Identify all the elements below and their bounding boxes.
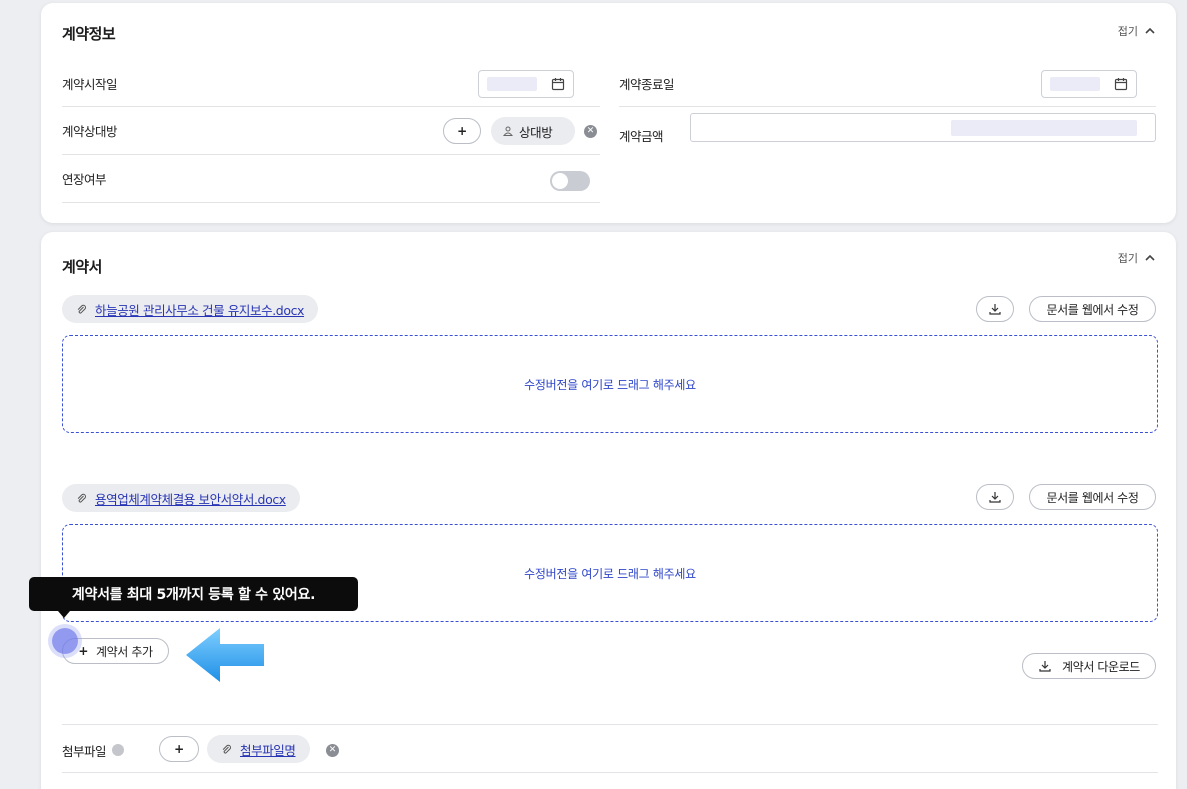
contract-docs-fold-button[interactable]: 접기 (1118, 250, 1156, 266)
amount-label: 계약금액 (619, 128, 664, 144)
fold-label: 접기 (1117, 252, 1138, 265)
chevron-up-icon (1145, 254, 1155, 261)
end-date-value (1050, 77, 1100, 91)
attachment-chip[interactable]: 첨부파일명 (207, 735, 310, 763)
divider (62, 724, 1158, 725)
tooltip-tail (58, 611, 70, 618)
download-contracts-label: 계약서 다운로드 (1062, 659, 1140, 674)
contract-info-title: 계약정보 (62, 25, 116, 43)
add-contract-button[interactable]: + 계약서 추가 (62, 638, 169, 664)
extension-toggle[interactable] (550, 171, 590, 191)
calendar-icon (1114, 78, 1128, 91)
counterparty-label: 계약상대방 (62, 124, 118, 139)
download-icon (989, 304, 1001, 315)
plus-icon: + (174, 742, 184, 756)
download-file-button[interactable] (976, 484, 1014, 510)
start-date-label: 계약시작일 (62, 77, 118, 92)
plus-icon: + (78, 644, 89, 658)
download-contracts-button[interactable]: 계약서 다운로드 (1022, 653, 1156, 679)
attachment-name[interactable]: 첨부파일명 (240, 740, 296, 759)
drop-hint: 수정버전을 여기로 드래그 해주세요 (524, 377, 696, 392)
end-date-input[interactable] (1041, 70, 1137, 98)
contract-file-name[interactable]: 용역업체계약체결용 보안서약서.docx (95, 489, 286, 508)
fold-label: 접기 (1117, 25, 1138, 38)
start-date-input[interactable] (478, 70, 574, 98)
contract-file-chip[interactable]: 용역업체계약체결용 보안서약서.docx (62, 484, 300, 512)
divider (62, 772, 1158, 773)
calendar-icon (551, 78, 565, 91)
contract-file-chip[interactable]: 하늘공원 관리사무소 건물 유지보수.docx (62, 295, 319, 323)
highlight-dot (52, 628, 78, 654)
tooltip: 계약서를 최대 5개까지 등록 할 수 있어요. (29, 577, 358, 611)
counterparty-chip[interactable]: 상대방 (491, 117, 575, 145)
chevron-up-icon (1145, 27, 1155, 34)
remove-counterparty-icon[interactable]: ✕ (584, 125, 597, 138)
drop-hint: 수정버전을 여기로 드래그 해주세요 (524, 566, 696, 581)
download-icon (1039, 661, 1051, 672)
contract-info-card: 계약정보 접기 계약시작일 계약상대방 + 상대방 ✕ 연장여부 계약종료일 계… (41, 3, 1176, 223)
extension-label: 연장여부 (62, 172, 107, 187)
paperclip-icon (77, 493, 86, 503)
add-attachment-button[interactable]: + (159, 736, 199, 762)
tooltip-text: 계약서를 최대 5개까지 등록 할 수 있어요. (71, 587, 316, 603)
end-date-label: 계약종료일 (619, 77, 675, 92)
paperclip-icon (222, 744, 231, 754)
amount-value (951, 120, 1137, 136)
contract-info-fold-button[interactable]: 접기 (1118, 23, 1156, 39)
edit-on-web-button[interactable]: 문서를 웹에서 수정 (1029, 296, 1156, 322)
add-contract-label: 계약서 추가 (96, 644, 153, 659)
download-file-button[interactable] (976, 296, 1014, 322)
download-icon (989, 492, 1001, 503)
info-icon[interactable] (112, 744, 125, 756)
attachment-label-wrap: 첨부파일 (62, 737, 125, 763)
extension-row: 연장여부 (62, 155, 600, 203)
amount-input[interactable] (690, 113, 1156, 142)
toggle-knob (552, 173, 568, 189)
attachment-label: 첨부파일 (62, 743, 107, 759)
amount-label-wrap: 계약금액 (619, 121, 664, 149)
start-date-value (487, 77, 537, 91)
contract-docs-title: 계약서 (62, 258, 102, 276)
remove-attachment-icon[interactable]: ✕ (326, 744, 339, 757)
add-counterparty-button[interactable]: + (443, 118, 481, 144)
contract-file-name[interactable]: 하늘공원 관리사무소 건물 유지보수.docx (95, 300, 304, 319)
drop-zone[interactable]: 수정버전을 여기로 드래그 해주세요 (62, 335, 1158, 433)
arrow-pointer-icon (186, 628, 264, 682)
edit-on-web-button[interactable]: 문서를 웹에서 수정 (1029, 484, 1156, 510)
contract-docs-card: 계약서 접기 하늘공원 관리사무소 건물 유지보수.docx 문서를 웹에서 수… (41, 232, 1176, 789)
counterparty-chip-label: 상대방 (519, 124, 553, 140)
paperclip-icon (77, 304, 86, 314)
person-icon (503, 126, 513, 136)
